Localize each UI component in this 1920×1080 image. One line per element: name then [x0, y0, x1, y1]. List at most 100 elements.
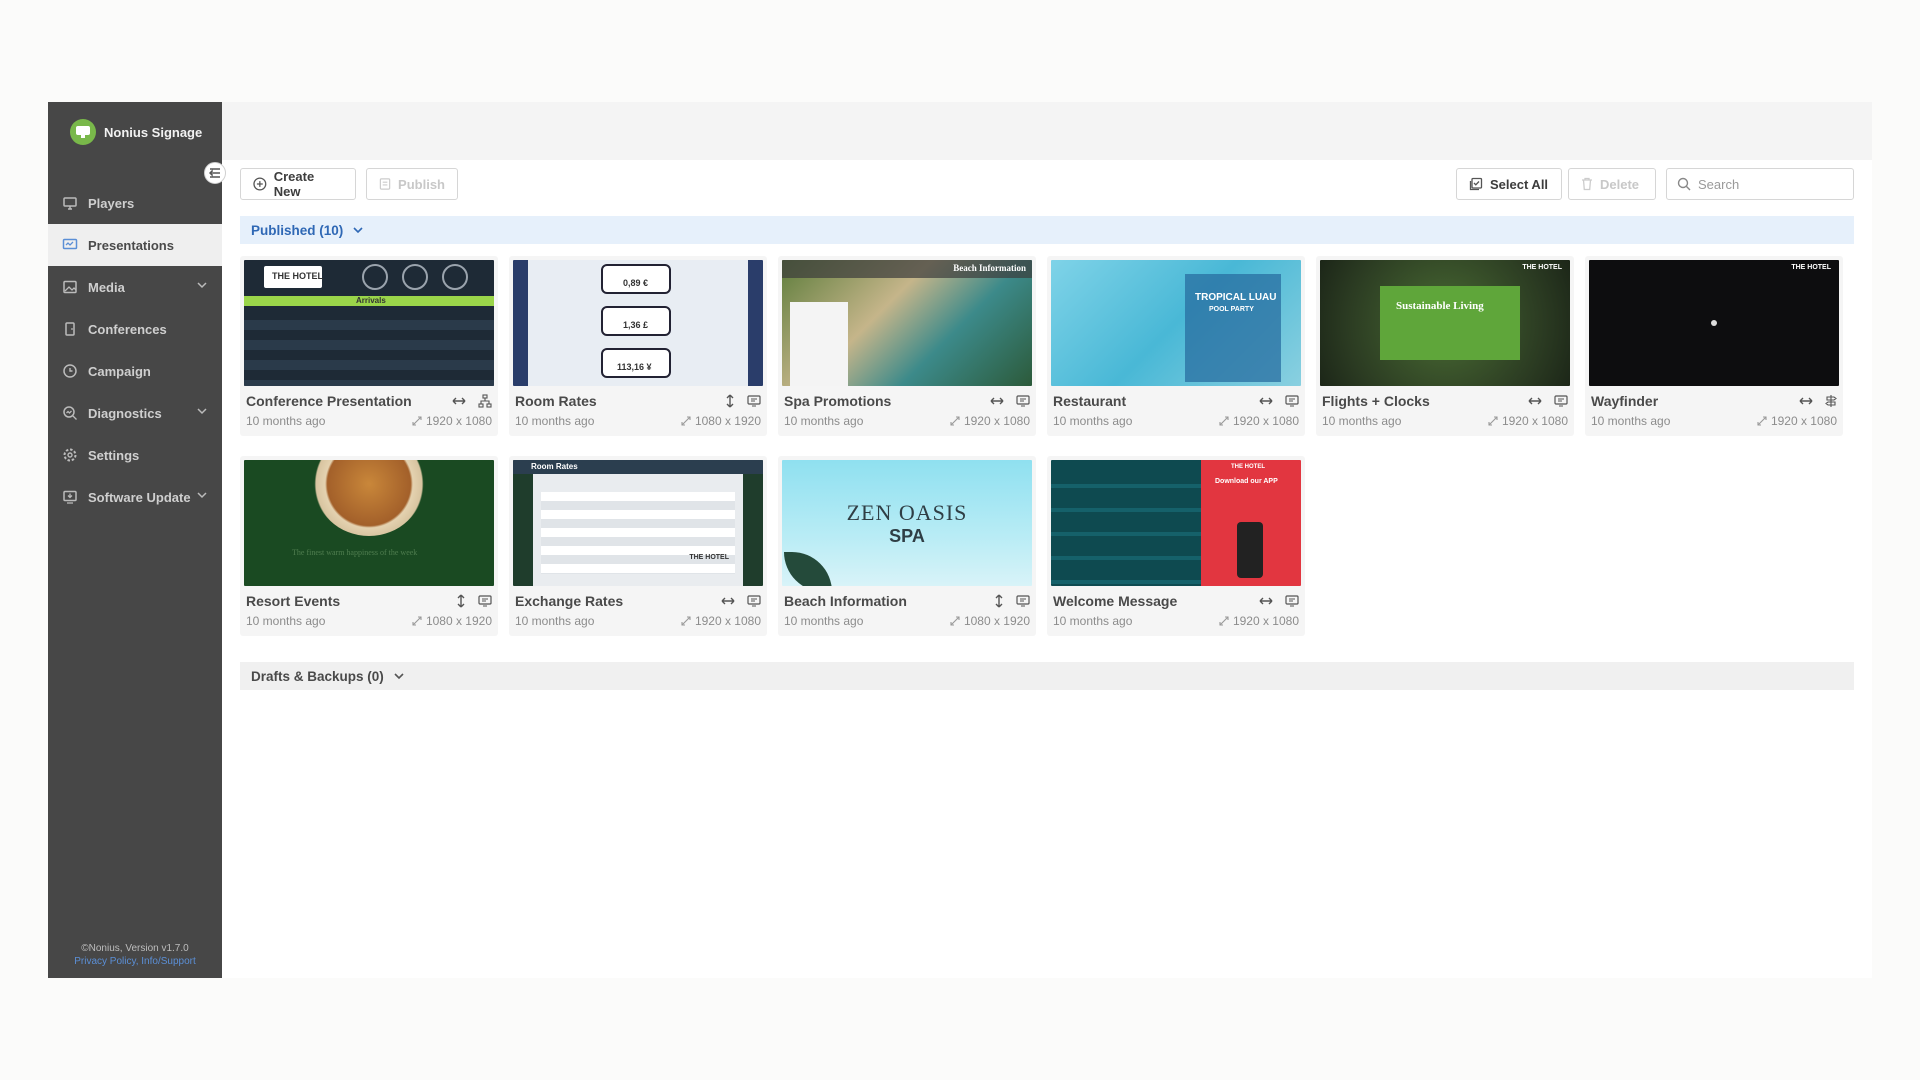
brand[interactable]: Nonius Signage: [48, 102, 222, 162]
presentation-card-flights-clocks[interactable]: THE HOTEL Sustainable Living Flights + C…: [1316, 256, 1574, 436]
card-thumbnail[interactable]: THE HOTEL Download our APP: [1051, 460, 1301, 586]
published-section-title: Published (10): [251, 222, 344, 238]
card-time: 10 months ago: [1053, 414, 1133, 428]
card-title: Spa Promotions: [784, 393, 892, 409]
horizontal-orientation-icon: [1799, 397, 1813, 405]
card-thumbnail[interactable]: TROPICAL LUAU POOL PARTY: [1051, 260, 1301, 386]
chevron-down-icon: [394, 673, 404, 680]
card-icons: [994, 594, 1030, 608]
card-thumbnail[interactable]: THE HOTEL: [1589, 260, 1839, 386]
footer-links[interactable]: Privacy Policy, Info/Support: [48, 955, 222, 968]
sidebar: Nonius Signage Players Presentations Med…: [48, 102, 226, 978]
sidebar-item-label: Settings: [88, 447, 140, 463]
published-section-header[interactable]: Published (10): [240, 216, 1854, 244]
sidebar-item-players[interactable]: Players: [48, 182, 222, 224]
presentation-card-welcome-message[interactable]: THE HOTEL Download our APP Welcome Messa…: [1047, 456, 1305, 636]
publish-label: Publish: [398, 176, 445, 192]
select-all-button[interactable]: Select All: [1456, 168, 1562, 200]
presentation-card-restaurant[interactable]: TROPICAL LUAU POOL PARTY Restaurant 10 m…: [1047, 256, 1305, 436]
rate-pill: 1,36 £: [601, 306, 671, 336]
screen-icon: [1285, 595, 1299, 607]
card-thumbnail[interactable]: ZEN OASIS SPA: [782, 460, 1032, 586]
card-thumbnail[interactable]: Room Rates THE HOTEL: [513, 460, 763, 586]
card-meta-row: 10 months ago 1920 x 1080: [1051, 614, 1301, 628]
thumb-table: [244, 310, 494, 386]
horizontal-orientation-icon: [1259, 597, 1273, 605]
presentation-card-beach-information[interactable]: ZEN OASIS SPA Beach Information 10 month…: [778, 456, 1036, 636]
drafts-section-title: Drafts & Backups (0): [251, 668, 384, 684]
sidebar-item-software-update[interactable]: Software Update: [48, 476, 222, 518]
card-thumbnail[interactable]: 0,89 € 1,36 £ 113,16 ¥: [513, 260, 763, 386]
card-thumbnail[interactable]: The finest warm happiness of the week: [244, 460, 494, 586]
thumb-subtitle: POOL PARTY: [1209, 306, 1254, 313]
sidebar-item-settings[interactable]: Settings: [48, 434, 222, 476]
presentation-card-room-rates[interactable]: 0,89 € 1,36 £ 113,16 ¥ Room Rates 10 mon…: [509, 256, 767, 436]
horizontal-orientation-icon: [1528, 397, 1542, 405]
card-title-row: Flights + Clocks: [1320, 392, 1570, 410]
thumb-leaf: [784, 552, 832, 586]
drafts-section-header[interactable]: Drafts & Backups (0): [240, 662, 1854, 690]
publish-icon: [379, 178, 391, 190]
screen-icon: [1016, 395, 1030, 407]
publish-button[interactable]: Publish: [366, 168, 458, 200]
presentation-card-exchange-rates[interactable]: Room Rates THE HOTEL Exchange Rates 10 m…: [509, 456, 767, 636]
presentation-card-wayfinder[interactable]: THE HOTEL Wayfinder 10 months ago 1920 x…: [1585, 256, 1843, 436]
rate-text: 113,16 ¥: [617, 362, 652, 372]
card-meta-row: 10 months ago 1920 x 1080: [782, 414, 1032, 428]
sidebar-item-campaign[interactable]: Campaign: [48, 350, 222, 392]
card-resolution: 1920 x 1080: [412, 414, 492, 428]
sidebar-item-conferences[interactable]: Conferences: [48, 308, 222, 350]
card-meta-row: 10 months ago 1080 x 1920: [782, 614, 1032, 628]
screen-icon: [1554, 395, 1568, 407]
card-title-row: Welcome Message: [1051, 592, 1301, 610]
create-new-button[interactable]: Create New: [240, 168, 356, 200]
card-time: 10 months ago: [1053, 614, 1133, 628]
card-thumbnail[interactable]: THE HOTEL Arrivals: [244, 260, 494, 386]
card-resolution: 1920 x 1080: [1488, 414, 1568, 428]
card-time: 10 months ago: [1322, 414, 1402, 428]
search-input[interactable]: [1698, 176, 1838, 192]
vertical-orientation-icon: [457, 594, 465, 608]
card-resolution-text: 1080 x 1920: [694, 414, 761, 428]
sidebar-collapse-button[interactable]: [204, 162, 226, 184]
horizontal-orientation-icon: [721, 597, 735, 605]
search-box[interactable]: [1666, 168, 1854, 200]
sidebar-item-diagnostics[interactable]: Diagnostics: [48, 392, 222, 434]
delete-button[interactable]: Delete: [1568, 168, 1656, 200]
card-resolution: 1080 x 1920: [412, 614, 492, 628]
presentation-card-conference[interactable]: THE HOTEL Arrivals Conference Presentati…: [240, 256, 498, 436]
thumb-logo-text: THE HOTEL: [689, 554, 729, 561]
card-resolution-text: 1080 x 1920: [425, 614, 492, 628]
card-title-row: Restaurant: [1051, 392, 1301, 410]
card-thumbnail[interactable]: THE HOTEL Sustainable Living: [1320, 260, 1570, 386]
resize-icon: [412, 616, 422, 626]
screen-icon: [478, 595, 492, 607]
sidebar-item-media[interactable]: Media: [48, 266, 222, 308]
card-resolution: 1920 x 1080: [1757, 414, 1837, 428]
card-title-row: Spa Promotions: [782, 392, 1032, 410]
card-resolution-text: 1920 x 1080: [425, 414, 492, 428]
card-icons: [1259, 395, 1299, 407]
gear-icon: [63, 448, 77, 462]
card-meta-row: 10 months ago 1920 x 1080: [1051, 414, 1301, 428]
card-title-row: Room Rates: [513, 392, 763, 410]
sidebar-nav: Players Presentations Media Conferences …: [48, 182, 222, 518]
vertical-orientation-icon: [726, 394, 734, 408]
brand-name: Nonius Signage: [104, 124, 203, 140]
signpost-icon: [1825, 395, 1837, 407]
card-thumbnail[interactable]: Beach Information: [782, 260, 1032, 386]
app-window: Nonius Signage Players Presentations Med…: [48, 102, 1872, 978]
sidebar-item-presentations[interactable]: Presentations: [48, 224, 222, 266]
card-meta-row: 10 months ago 1920 x 1080: [1589, 414, 1839, 428]
create-new-label: Create New: [273, 169, 315, 199]
horizontal-orientation-icon: [990, 397, 1004, 405]
card-icons: [1528, 395, 1568, 407]
screen-icon: [747, 395, 761, 407]
card-resolution: 1920 x 1080: [1219, 614, 1299, 628]
presentation-card-resort-events[interactable]: The finest warm happiness of the week Re…: [240, 456, 498, 636]
top-bar: [222, 102, 1872, 160]
card-title-row: Exchange Rates: [513, 592, 763, 610]
sidebar-item-label: Players: [88, 195, 135, 211]
card-meta-row: 10 months ago 1080 x 1920: [244, 614, 494, 628]
presentation-card-spa-promotions[interactable]: Beach Information Spa Promotions 10 mont…: [778, 256, 1036, 436]
